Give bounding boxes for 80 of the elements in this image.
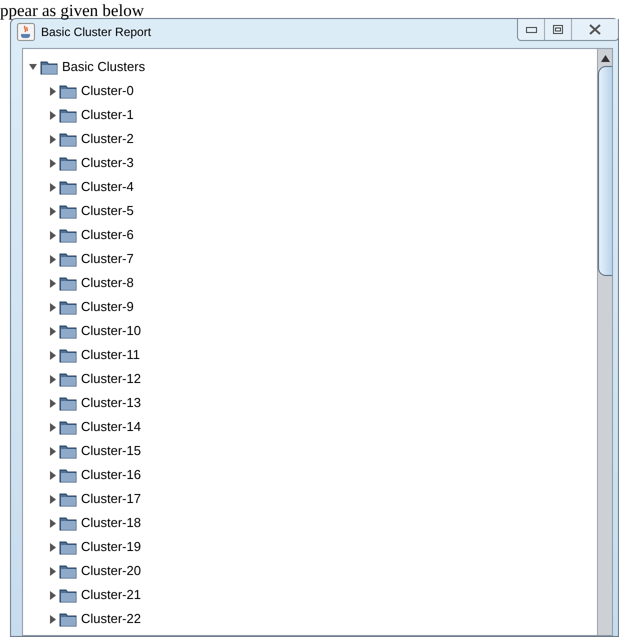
folder-icon [59,204,77,218]
expand-triangle-icon[interactable] [48,206,57,216]
expand-triangle-icon[interactable] [48,422,57,432]
tree-item-label[interactable]: Cluster-21 [81,585,141,605]
expand-triangle-icon[interactable] [48,518,57,528]
folder-icon [59,324,77,338]
java-cup-icon [17,23,35,41]
tree-item-label[interactable]: Basic Clusters [62,57,146,77]
folder-icon [59,300,77,314]
expand-triangle-icon[interactable] [48,86,57,96]
folder-icon [59,444,77,458]
tree-item-label[interactable]: Cluster-12 [81,369,141,389]
folder-icon [59,252,77,266]
folder-icon [59,468,77,482]
tree-item-label[interactable]: Cluster-3 [81,153,134,173]
tree-item-label[interactable]: Cluster-19 [81,537,141,557]
tree-item-label[interactable]: Cluster-16 [81,465,141,485]
expand-triangle-icon[interactable] [48,326,57,336]
tree-item-label[interactable]: Cluster-17 [81,489,141,509]
expand-triangle-icon[interactable] [48,302,57,312]
tree-item-label[interactable]: Cluster-7 [81,249,134,269]
minimize-icon [526,26,536,32]
expand-triangle-icon[interactable] [48,542,57,552]
folder-icon [59,108,77,122]
tree-item-label[interactable]: Cluster-1 [81,105,134,125]
expand-triangle-icon[interactable] [48,374,57,384]
expand-triangle-icon[interactable] [48,470,57,480]
tree-item-label[interactable]: Cluster-14 [81,417,141,437]
tree-item-label[interactable]: Cluster-0 [81,81,134,101]
expand-triangle-icon[interactable] [48,110,57,120]
expand-triangle-icon[interactable] [48,254,57,264]
folder-icon [59,564,77,578]
tree-item-label[interactable]: Cluster-2 [81,129,134,149]
folder-icon [59,348,77,362]
folder-icon [59,516,77,530]
tree-item-label[interactable]: Cluster-22 [81,609,141,629]
tree-item-label[interactable]: Cluster-11 [81,345,140,365]
tree-item-label[interactable]: Cluster-15 [81,441,141,461]
scroll-thumb[interactable] [598,66,612,276]
expand-triangle-icon[interactable] [48,182,57,192]
window-title: Basic Cluster Report [41,24,152,41]
folder-icon [59,540,77,554]
tree-item-label[interactable]: Cluster-5 [81,201,134,221]
folder-icon [59,420,77,434]
tree-item-label[interactable]: Cluster-4 [81,177,134,197]
tree-item-label[interactable]: Cluster-18 [81,513,141,533]
folder-icon [59,84,77,98]
folder-icon [59,588,77,602]
close-icon [589,24,601,35]
expand-triangle-icon[interactable] [48,230,57,240]
expand-triangle-icon[interactable] [48,134,57,144]
folder-icon [59,396,77,410]
expand-triangle-icon[interactable] [48,278,57,288]
folder-icon [40,60,58,74]
folder-icon [59,372,77,386]
maximize-icon [553,25,563,34]
tree-item-label[interactable]: Cluster-8 [81,273,134,293]
expand-triangle-icon[interactable] [48,158,57,168]
folder-icon [59,228,77,242]
folder-icon [59,492,77,506]
expand-triangle-icon[interactable] [48,614,57,624]
expand-triangle-icon[interactable] [48,446,57,456]
tree-item-label[interactable]: Cluster-6 [81,225,134,245]
scroll-up-icon[interactable] [600,55,610,62]
folder-icon [59,156,77,170]
folder-icon [59,276,77,290]
expand-triangle-icon[interactable] [48,494,57,504]
tree-item-label[interactable]: Cluster-13 [81,393,141,413]
tree-item-label[interactable]: Cluster-10 [81,321,141,341]
expand-triangle-icon[interactable] [48,350,57,360]
tree-item-label[interactable]: Cluster-9 [81,297,134,317]
document-text: ppear as given below [0,1,144,20]
collapse-triangle-icon[interactable] [29,63,38,71]
folder-icon [59,132,77,146]
folder-icon [59,612,77,626]
expand-triangle-icon[interactable] [48,590,57,600]
folder-icon [59,180,77,194]
expand-triangle-icon[interactable] [48,566,57,576]
tree-item-label[interactable]: Cluster-20 [81,561,141,581]
expand-triangle-icon[interactable] [48,398,57,408]
